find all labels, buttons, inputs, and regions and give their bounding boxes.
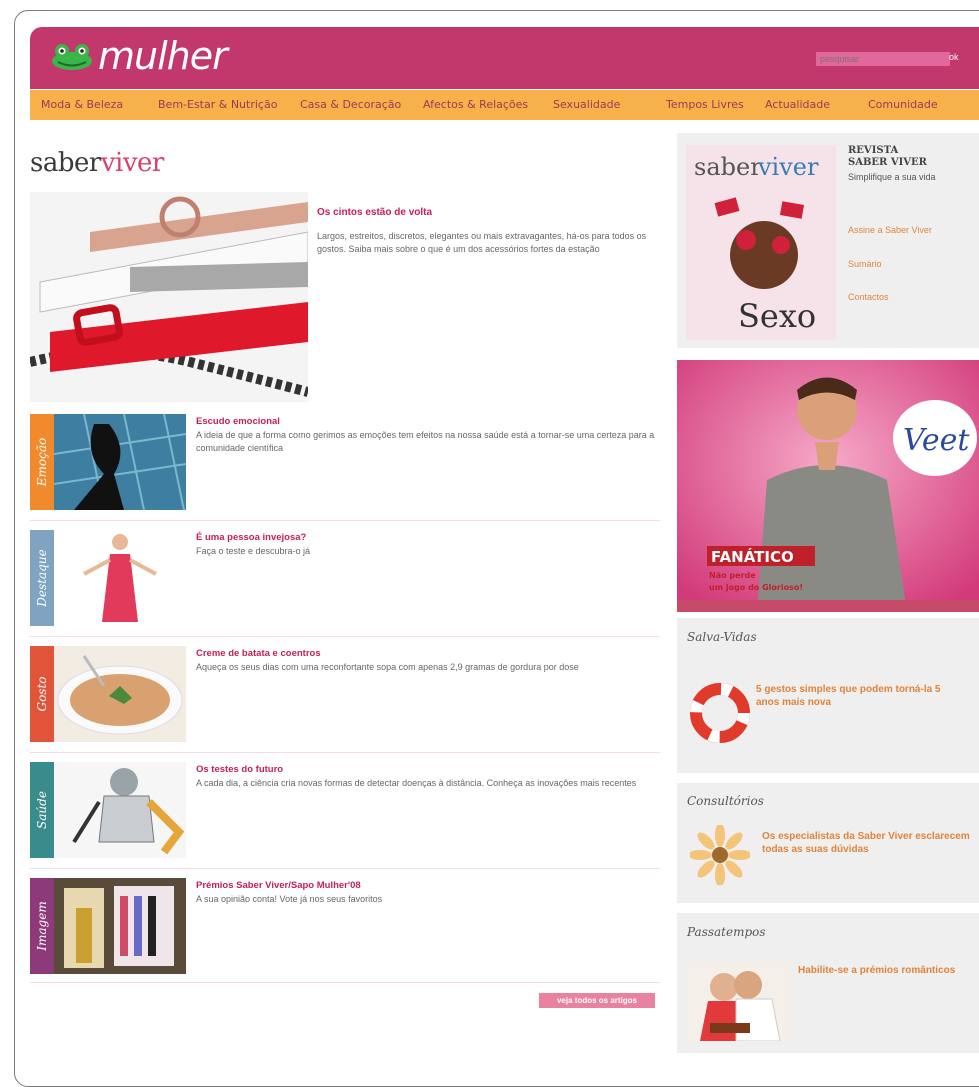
- consultorios-label: Consultórios: [687, 794, 764, 808]
- category-tab-emocao: Emoção: [30, 414, 54, 510]
- article-title[interactable]: Os testes do futuro: [196, 764, 283, 775]
- article-item[interactable]: Destaque É uma pessoa invejosa? Faça o t…: [30, 530, 660, 626]
- search-input[interactable]: [816, 52, 950, 66]
- divider: [30, 982, 660, 983]
- salva-vidas-link[interactable]: 5 gestos simples que podem torná-la 5 an…: [756, 683, 956, 709]
- feature-belts-image[interactable]: [30, 192, 308, 402]
- article-title[interactable]: Creme de batata e coentros: [196, 648, 321, 659]
- ad-line-1: Não perde: [709, 571, 756, 580]
- frog-logo-icon: [52, 44, 92, 70]
- article-item[interactable]: Emoção Escudo emocional A ideia de que a…: [30, 414, 660, 510]
- brand-part-viver: viver: [100, 148, 165, 178]
- article-thumbnail[interactable]: [54, 762, 186, 858]
- article-description: A sua opinião conta! Vote já nos seus fa…: [196, 894, 383, 904]
- magazine-title-line1: REVISTA: [848, 145, 899, 156]
- magazine-title-line2: SABER VIVER: [848, 157, 927, 168]
- nav-tempos-livres[interactable]: Tempos Livres: [666, 98, 744, 111]
- site-logo[interactable]: mulher: [50, 34, 228, 78]
- nav-sexualidade[interactable]: Sexualidade: [553, 98, 620, 111]
- subscribe-link[interactable]: Assine a Saber Viver: [848, 225, 932, 235]
- nav-casa-decoracao[interactable]: Casa & Decoração: [300, 98, 401, 111]
- category-label: Imagem: [35, 901, 49, 951]
- divider: [30, 520, 660, 521]
- cover-logo-saber: saber: [694, 153, 762, 181]
- ad-headline: FANÁTICO: [711, 547, 794, 566]
- category-label: Gosto: [35, 676, 49, 712]
- brand-part-saber: saber: [30, 148, 101, 178]
- category-label: Emoção: [35, 437, 49, 487]
- lifebuoy-icon: [690, 683, 750, 743]
- divider: [30, 636, 660, 637]
- cover-logo-viver: viver: [757, 153, 819, 181]
- magazine-cover-image[interactable]: saber viver Sexo: [686, 145, 836, 340]
- nav-bem-estar[interactable]: Bem-Estar & Nutrição: [158, 98, 277, 111]
- magazine-title: REVISTA SABER VIVER: [848, 145, 927, 169]
- veet-advertisement[interactable]: Veet FANÁTICO Não perde um jogo do Glori…: [677, 360, 979, 612]
- saber-viver-logo[interactable]: saberviver: [30, 148, 164, 178]
- article-title[interactable]: Escudo emocional: [196, 416, 280, 427]
- veet-logo: Veet: [903, 423, 970, 458]
- article-description: Aqueça os seus dias com uma reconfortant…: [196, 662, 579, 672]
- nav-comunidade[interactable]: Comunidade: [868, 98, 938, 111]
- contacts-link[interactable]: Contactos: [848, 292, 889, 302]
- see-all-articles-button[interactable]: veja todos os artigos: [539, 993, 655, 1008]
- cover-headline: Sexo: [738, 297, 816, 335]
- category-tab-destaque: Destaque: [30, 530, 54, 626]
- passatempos-image[interactable]: [686, 961, 790, 1041]
- divider: [30, 868, 660, 869]
- article-item[interactable]: Saúde Os testes do futuro A cada dia, a …: [30, 762, 660, 858]
- passatempos-link[interactable]: Habilite-se a prémios românticos: [798, 964, 958, 977]
- category-tab-imagem: Imagem: [30, 878, 54, 974]
- nav-actualidade[interactable]: Actualidade: [765, 98, 830, 111]
- article-thumbnail[interactable]: [54, 646, 186, 742]
- salva-vidas-label: Salva-Vidas: [687, 630, 757, 644]
- feature-description: Largos, estreitos, discretos, elegantes …: [317, 231, 647, 254]
- article-item[interactable]: Imagem Prémios Saber Viver/Sapo Mulher'0…: [30, 878, 660, 974]
- search-ok-button[interactable]: ok: [949, 52, 959, 62]
- nav-moda-beleza[interactable]: Moda & Beleza: [41, 98, 123, 111]
- divider: [30, 752, 660, 753]
- feature-title[interactable]: Os cintos estão de volta: [317, 207, 432, 218]
- category-label: Saúde: [35, 791, 49, 829]
- category-label: Destaque: [35, 549, 49, 607]
- article-thumbnail[interactable]: [54, 414, 186, 510]
- article-title[interactable]: Prémios Saber Viver/Sapo Mulher'08: [196, 880, 361, 891]
- category-tab-saude: Saúde: [30, 762, 54, 858]
- article-item[interactable]: Gosto Creme de batata e coentros Aqueça …: [30, 646, 660, 742]
- magazine-subtitle: Simplifique a sua vida: [848, 172, 936, 182]
- article-description: Faça o teste e descubra-o já: [196, 546, 311, 556]
- consultorios-link[interactable]: Os especialistas da Saber Viver esclarec…: [762, 830, 972, 856]
- passatempos-label: Passatempos: [687, 925, 766, 939]
- article-description: A cada dia, a ciência cria novas formas …: [196, 778, 637, 788]
- contents-link[interactable]: Sumário: [848, 259, 882, 269]
- flower-icon: [690, 825, 750, 885]
- logo-wordmark: mulher: [98, 34, 228, 78]
- article-thumbnail[interactable]: [54, 530, 186, 626]
- nav-afectos-relacoes[interactable]: Afectos & Relações: [423, 98, 528, 111]
- article-thumbnail[interactable]: [54, 878, 186, 974]
- article-title[interactable]: É uma pessoa invejosa?: [196, 532, 306, 543]
- ad-line-2: um jogo do Glorioso!: [709, 583, 803, 592]
- article-description: A ideia de que a forma como gerimos as e…: [196, 430, 655, 453]
- category-tab-gosto: Gosto: [30, 646, 54, 742]
